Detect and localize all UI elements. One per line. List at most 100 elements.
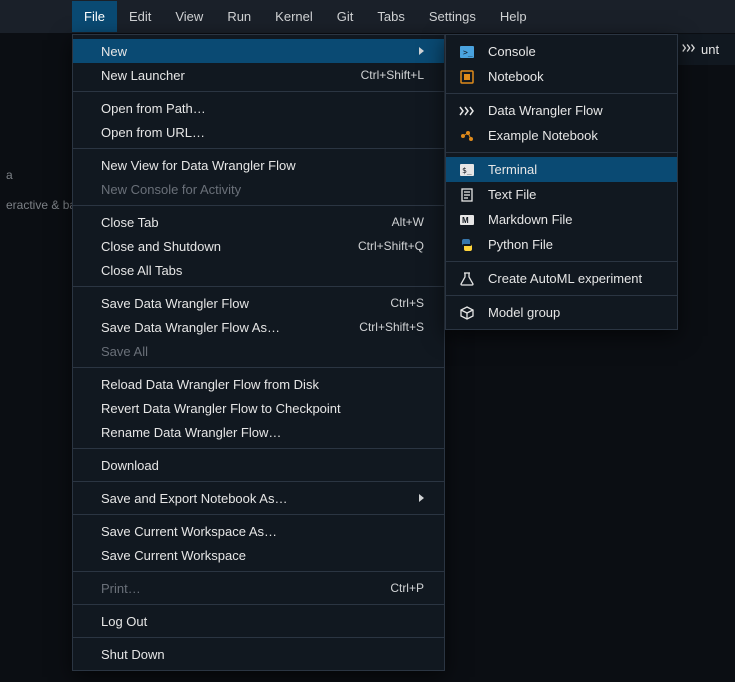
menu-close-all[interactable]: Close All Tabs	[73, 258, 444, 282]
menu-download-label: Download	[101, 458, 159, 473]
menu-separator	[73, 448, 444, 449]
menu-close-tab[interactable]: Close Tab Alt+W	[73, 210, 444, 234]
menubar-run[interactable]: Run	[215, 1, 263, 32]
menu-open-path[interactable]: Open from Path…	[73, 96, 444, 120]
submenu-dw-flow-label: Data Wrangler Flow	[488, 103, 603, 118]
new-submenu: >_ Console Notebook Data Wrangler Flow E…	[445, 34, 678, 330]
menu-save-export-label: Save and Export Notebook As…	[101, 491, 287, 506]
menu-separator	[73, 637, 444, 638]
menu-close-tab-shortcut: Alt+W	[392, 215, 424, 229]
menu-print: Print… Ctrl+P	[73, 576, 444, 600]
menu-shutdown[interactable]: Shut Down	[73, 642, 444, 666]
menu-close-shutdown-label: Close and Shutdown	[101, 239, 221, 254]
menu-save-dw-as[interactable]: Save Data Wrangler Flow As… Ctrl+Shift+S	[73, 315, 444, 339]
menubar-edit[interactable]: Edit	[117, 1, 163, 32]
menu-reload-dw[interactable]: Reload Data Wrangler Flow from Disk	[73, 372, 444, 396]
svg-text:$_: $_	[462, 166, 472, 175]
menubar-kernel[interactable]: Kernel	[263, 1, 325, 32]
menu-separator	[73, 604, 444, 605]
menu-rename-dw-label: Rename Data Wrangler Flow…	[101, 425, 281, 440]
menubar-tabs[interactable]: Tabs	[365, 1, 416, 32]
submenu-console[interactable]: >_ Console	[446, 39, 677, 64]
submenu-text-file[interactable]: Text File	[446, 182, 677, 207]
menu-logout[interactable]: Log Out	[73, 609, 444, 633]
menu-close-all-label: Close All Tabs	[101, 263, 182, 278]
menu-save-export[interactable]: Save and Export Notebook As…	[73, 486, 444, 510]
svg-text:M: M	[462, 216, 469, 225]
submenu-console-label: Console	[488, 44, 536, 59]
menu-new-label: New	[101, 44, 127, 59]
sidebar-fragment-1: eractive & ba	[0, 190, 82, 220]
example-notebook-icon	[458, 127, 476, 145]
submenu-automl[interactable]: Create AutoML experiment	[446, 266, 677, 291]
menu-reload-dw-label: Reload Data Wrangler Flow from Disk	[101, 377, 319, 392]
menubar-git[interactable]: Git	[325, 1, 366, 32]
submenu-arrow-icon	[419, 494, 424, 502]
sidebar-fragment-0: a	[0, 160, 82, 190]
submenu-example-notebook[interactable]: Example Notebook	[446, 123, 677, 148]
menu-revert-dw[interactable]: Revert Data Wrangler Flow to Checkpoint	[73, 396, 444, 420]
menu-close-tab-label: Close Tab	[101, 215, 159, 230]
menu-rename-dw[interactable]: Rename Data Wrangler Flow…	[73, 420, 444, 444]
menu-save-all-label: Save All	[101, 344, 148, 359]
submenu-dw-flow[interactable]: Data Wrangler Flow	[446, 98, 677, 123]
flow-icon	[681, 41, 701, 58]
submenu-model-group-label: Model group	[488, 305, 560, 320]
menu-save-ws-as[interactable]: Save Current Workspace As…	[73, 519, 444, 543]
menubar-help[interactable]: Help	[488, 1, 539, 32]
menu-new-console-activity: New Console for Activity	[73, 177, 444, 201]
python-icon	[458, 236, 476, 254]
menu-save-ws[interactable]: Save Current Workspace	[73, 543, 444, 567]
background-sidebar: a eractive & ba	[0, 160, 82, 220]
flask-icon	[458, 270, 476, 288]
menu-new-view-dw-label: New View for Data Wrangler Flow	[101, 158, 296, 173]
submenu-separator	[446, 261, 677, 262]
menu-save-dw-as-shortcut: Ctrl+Shift+S	[359, 320, 424, 334]
menu-close-shutdown[interactable]: Close and Shutdown Ctrl+Shift+Q	[73, 234, 444, 258]
menu-shutdown-label: Shut Down	[101, 647, 165, 662]
menu-save-ws-as-label: Save Current Workspace As…	[101, 524, 277, 539]
submenu-markdown-file[interactable]: M Markdown File	[446, 207, 677, 232]
submenu-markdown-file-label: Markdown File	[488, 212, 573, 227]
menubar-file[interactable]: File	[72, 1, 117, 32]
menu-new-launcher-label: New Launcher	[101, 68, 185, 83]
menubar-view[interactable]: View	[163, 1, 215, 32]
menu-save-all: Save All	[73, 339, 444, 363]
submenu-model-group[interactable]: Model group	[446, 300, 677, 325]
menu-open-path-label: Open from Path…	[101, 101, 206, 116]
menu-new-console-activity-label: New Console for Activity	[101, 182, 241, 197]
menu-separator	[73, 571, 444, 572]
submenu-python-file-label: Python File	[488, 237, 553, 252]
menu-revert-dw-label: Revert Data Wrangler Flow to Checkpoint	[101, 401, 341, 416]
menu-new-view-dw[interactable]: New View for Data Wrangler Flow	[73, 153, 444, 177]
submenu-python-file[interactable]: Python File	[446, 232, 677, 257]
menubar: File Edit View Run Kernel Git Tabs Setti…	[0, 0, 735, 34]
menu-save-dw-label: Save Data Wrangler Flow	[101, 296, 249, 311]
menu-open-url[interactable]: Open from URL…	[73, 120, 444, 144]
menubar-settings[interactable]: Settings	[417, 1, 488, 32]
menu-separator	[73, 286, 444, 287]
menu-separator	[73, 367, 444, 368]
tab-label: unt	[701, 42, 719, 57]
menu-save-ws-label: Save Current Workspace	[101, 548, 246, 563]
open-tab[interactable]: unt	[675, 34, 735, 66]
flow-icon	[458, 102, 476, 120]
menu-separator	[73, 148, 444, 149]
submenu-notebook-label: Notebook	[488, 69, 544, 84]
package-icon	[458, 304, 476, 322]
menu-save-dw[interactable]: Save Data Wrangler Flow Ctrl+S	[73, 291, 444, 315]
terminal-icon: $_	[458, 161, 476, 179]
submenu-separator	[446, 152, 677, 153]
menu-download[interactable]: Download	[73, 453, 444, 477]
menu-print-shortcut: Ctrl+P	[390, 581, 424, 595]
menu-new[interactable]: New	[73, 39, 444, 63]
menu-separator	[73, 514, 444, 515]
submenu-notebook[interactable]: Notebook	[446, 64, 677, 89]
markdown-icon: M	[458, 211, 476, 229]
submenu-terminal[interactable]: $_ Terminal	[446, 157, 677, 182]
submenu-automl-label: Create AutoML experiment	[488, 271, 642, 286]
text-file-icon	[458, 186, 476, 204]
menu-new-launcher[interactable]: New Launcher Ctrl+Shift+L	[73, 63, 444, 87]
submenu-text-file-label: Text File	[488, 187, 536, 202]
menu-separator	[73, 205, 444, 206]
